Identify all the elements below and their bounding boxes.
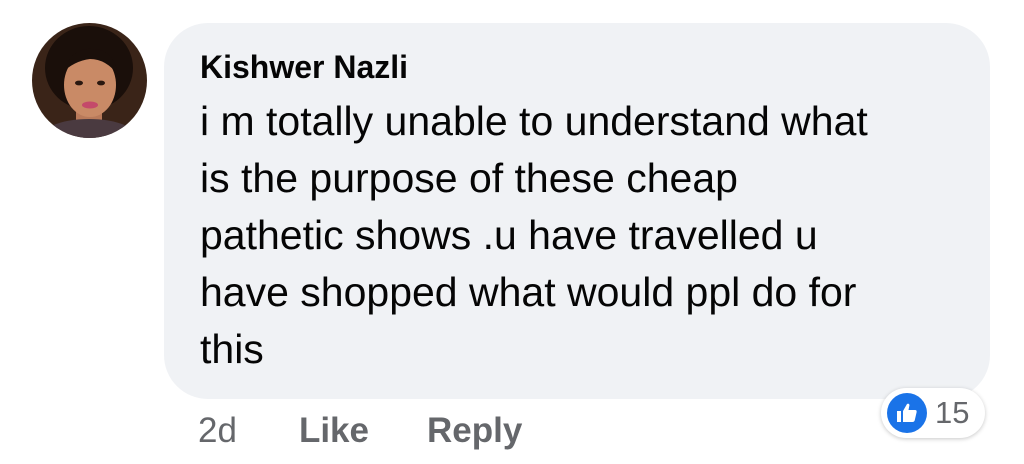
like-button[interactable]: Like	[299, 411, 369, 451]
avatar[interactable]	[32, 23, 147, 138]
thumbs-up-icon	[887, 393, 927, 433]
comment: Kishwer Nazli i m totally unable to unde…	[0, 0, 1024, 464]
comment-bubble: Kishwer Nazli i m totally unable to unde…	[164, 23, 990, 399]
comment-actions: 2d Like Reply	[198, 407, 522, 455]
author-name[interactable]: Kishwer Nazli	[200, 45, 954, 89]
comment-text-line: is the purpose of these cheap	[200, 155, 738, 201]
timestamp[interactable]: 2d	[198, 411, 237, 451]
avatar-photo	[32, 23, 147, 138]
reply-button[interactable]: Reply	[427, 411, 522, 451]
reaction-summary[interactable]: 15	[881, 388, 985, 438]
comment-text-line: this	[200, 326, 264, 372]
comment-text-line: pathetic shows .u have travelled u	[200, 212, 818, 258]
reaction-count: 15	[935, 395, 970, 430]
comment-text-line: i m totally unable to understand what	[200, 98, 868, 144]
comment-text: i m totally unable to understand what is…	[200, 93, 954, 378]
comment-text-line: have shopped what would ppl do for	[200, 269, 857, 315]
